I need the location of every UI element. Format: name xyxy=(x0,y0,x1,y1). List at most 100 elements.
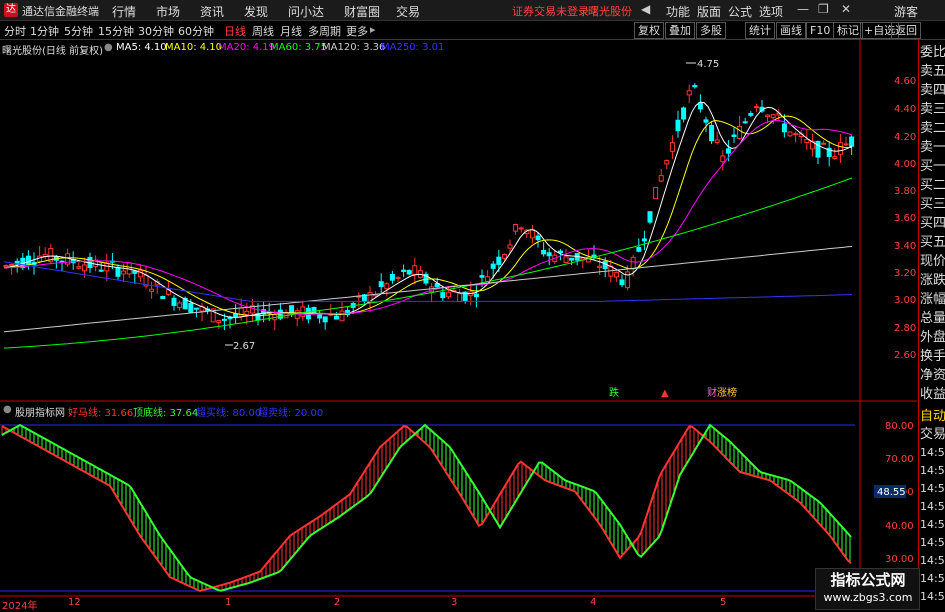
candle-body xyxy=(669,142,675,152)
candle-body xyxy=(25,255,31,265)
candle-body xyxy=(132,270,138,274)
candle-body xyxy=(389,273,395,281)
candle-body xyxy=(317,313,323,319)
quote-field-label: 卖二 xyxy=(920,121,945,136)
candle-body xyxy=(613,271,619,278)
ma10-line xyxy=(3,115,852,317)
high-price-label: 4.75 xyxy=(697,59,719,70)
watermark-url: www.zbgs3.com xyxy=(823,591,913,604)
current-value-text: 48.55 xyxy=(877,487,906,498)
candle-body xyxy=(339,310,345,322)
candle-body xyxy=(557,250,563,254)
good-horse-line xyxy=(1,424,852,593)
candle-body xyxy=(821,142,827,145)
price-axis: 4.60 4.40 4.20 4.00 3.80 3.60 3.40 3.20 … xyxy=(894,76,916,361)
candle-body xyxy=(216,320,222,323)
candle-body xyxy=(697,102,703,110)
candle-body xyxy=(720,155,726,163)
candle-body xyxy=(742,121,748,124)
candle-body xyxy=(406,269,412,275)
quote-field-label: 涨跌 xyxy=(920,273,945,288)
candle-body xyxy=(445,291,451,298)
candle-body xyxy=(597,265,603,269)
quote-field-label: 买二 xyxy=(920,178,945,193)
quote-field-label: 净资 xyxy=(920,368,945,383)
candle-body xyxy=(647,211,653,223)
candle-body xyxy=(725,148,731,154)
candle-body xyxy=(714,139,720,143)
candle-body xyxy=(843,143,849,146)
candle-body xyxy=(311,306,317,314)
quote-field-label: 涨幅 xyxy=(920,292,945,307)
indicator-tick: 80.00 xyxy=(885,421,914,432)
candle-body xyxy=(244,310,250,316)
candle-body xyxy=(473,293,479,298)
trade-time-item: 14:56 xyxy=(920,518,945,531)
indicator-tick: 30.00 xyxy=(885,554,914,565)
trade-time-item[interactable]: 交易 xyxy=(920,426,945,444)
candle-body xyxy=(563,256,569,264)
x-label-apr: 4 xyxy=(590,597,597,608)
candle-body xyxy=(401,269,407,272)
quote-field-label: 卖四 xyxy=(920,83,945,98)
signal-up-arrow-icon: ▲ xyxy=(661,388,669,399)
quote-side-panel: 委比 卖五 卖四 卖三 卖二 卖一 买一 买二 买三 买四 买五 现价 涨跌 涨幅 总量 外盘 换手 净资 收益 自动… xyxy=(918,40,945,609)
trade-time-item: 14:56 xyxy=(920,590,945,603)
candle-body xyxy=(501,254,507,259)
candle-body xyxy=(681,107,687,120)
watermark: 指标公式网 www.zbgs3.com xyxy=(815,568,920,610)
quote-field-label: 卖五 xyxy=(920,64,945,79)
candle-body xyxy=(3,265,9,268)
trade-time-item: 14:56 xyxy=(920,500,945,513)
candle-body xyxy=(535,235,541,241)
quote-field-label: 买三 xyxy=(920,197,945,212)
candle-body xyxy=(440,292,446,299)
ma20-line xyxy=(3,119,853,315)
candle-body xyxy=(787,131,793,137)
candle-body xyxy=(9,264,15,267)
candle-body xyxy=(703,119,709,123)
candle-body xyxy=(300,306,306,318)
candle-body xyxy=(630,256,636,270)
quote-field-label: 收益 xyxy=(920,387,945,402)
candle-body xyxy=(490,263,496,269)
quote-field-label: 买五 xyxy=(920,235,945,250)
quote-field-label: 卖一 xyxy=(920,140,945,155)
quote-field-label: 委比 xyxy=(920,45,945,60)
x-label-year: 2024年 xyxy=(2,601,38,612)
candle-body xyxy=(653,186,659,200)
candle-body xyxy=(137,269,143,278)
candle-body xyxy=(781,123,787,133)
price-tick: 3.00 xyxy=(894,295,916,306)
candle-body xyxy=(619,279,625,286)
candle-body xyxy=(496,256,502,265)
trade-time-item: 14:56 xyxy=(920,572,945,585)
candle-body xyxy=(513,224,519,232)
x-label-dec: 12 xyxy=(68,597,81,608)
candle-body xyxy=(675,119,681,132)
candle-body xyxy=(126,262,132,275)
candle-body xyxy=(686,90,692,96)
signal-wealth: 财 xyxy=(707,386,717,399)
candle-body xyxy=(709,124,715,142)
top-bottom-line xyxy=(1,423,852,592)
x-label-jan: 1 xyxy=(225,597,232,608)
candle-body xyxy=(81,264,87,272)
candle-body xyxy=(395,277,401,280)
ma120-line xyxy=(3,245,853,333)
price-tick: 3.60 xyxy=(894,213,916,224)
quote-field-label: 卖三 xyxy=(920,102,945,117)
candle-body xyxy=(160,296,166,300)
candle-body xyxy=(529,229,535,239)
x-label-mar: 3 xyxy=(451,597,458,608)
trade-time-item: 14:56 xyxy=(920,554,945,567)
x-label-feb: 2 xyxy=(334,597,341,608)
trade-time-item[interactable]: 自动 xyxy=(920,408,945,426)
candle-body xyxy=(221,318,227,321)
quote-field-label: 现价 xyxy=(920,254,945,269)
quote-field-label: 买一 xyxy=(920,159,945,174)
chart-area[interactable]: 4.60 4.40 4.20 4.00 3.80 3.60 3.40 3.20 … xyxy=(0,0,918,609)
candle-body xyxy=(832,156,838,159)
x-label-may: 5 xyxy=(720,597,727,608)
candle-body xyxy=(541,249,547,255)
